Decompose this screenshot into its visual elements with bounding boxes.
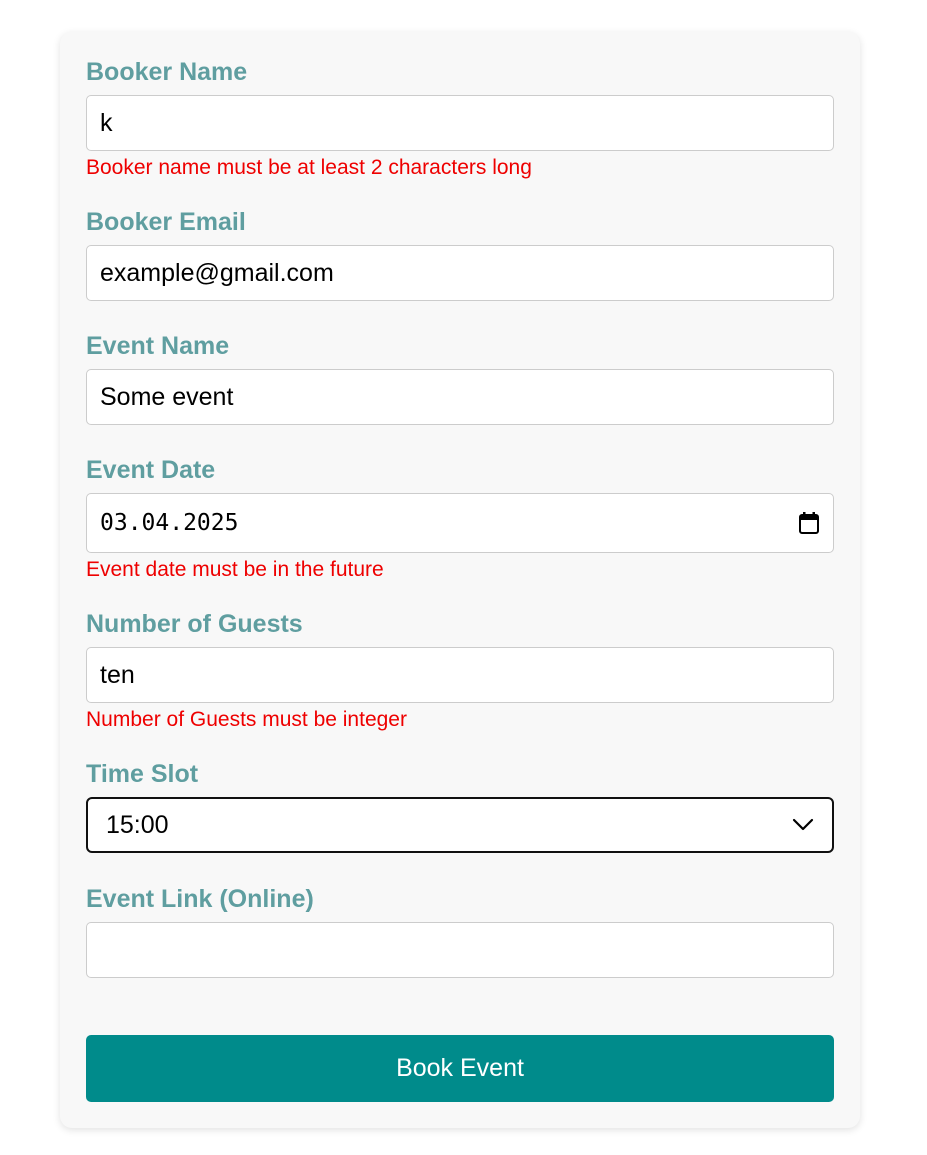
event-name-input[interactable]: Some event (86, 369, 834, 425)
event-date-label: Event Date (86, 456, 216, 484)
event-date-field: Event Date 03.04.2025 Event date must be… (86, 454, 834, 583)
event-link-label: Event Link (Online) (86, 885, 314, 913)
booker-email-input[interactable]: example@gmail.com (86, 245, 834, 301)
event-date-error: Event date must be in the future (86, 558, 384, 581)
number-of-guests-error: Number of Guests must be integer (86, 708, 407, 731)
number-of-guests-label: Number of Guests (86, 610, 303, 638)
number-of-guests-input[interactable]: ten (86, 647, 834, 703)
booker-name-input[interactable]: k (86, 95, 834, 151)
event-link-input[interactable] (86, 922, 834, 978)
event-date-value: 03.04.2025 (100, 510, 239, 536)
time-slot-label: Time Slot (86, 760, 199, 788)
time-slot-field: Time Slot 15:00 (86, 758, 834, 853)
booker-email-value: example@gmail.com (100, 258, 334, 287)
event-name-field: Event Name Some event (86, 330, 834, 425)
booker-name-value: k (100, 108, 113, 137)
event-name-label: Event Name (86, 332, 230, 360)
booking-form: Booker Name k Booker name must be at lea… (60, 32, 860, 1128)
booker-email-field: Booker Email example@gmail.com (86, 206, 834, 301)
event-link-field: Event Link (Online) (86, 883, 834, 978)
booker-name-error: Booker name must be at least 2 character… (86, 156, 532, 179)
booker-name-field: Booker Name k Booker name must be at lea… (86, 56, 834, 181)
time-slot-select[interactable]: 15:00 (86, 797, 834, 853)
calendar-icon[interactable] (798, 511, 820, 535)
number-of-guests-value: ten (100, 660, 135, 689)
submit-field: Book Event (86, 1035, 834, 1102)
booker-name-label: Booker Name (86, 58, 248, 86)
chevron-down-icon (792, 818, 814, 832)
time-slot-value: 15:00 (106, 810, 169, 839)
event-date-input[interactable]: 03.04.2025 (86, 493, 834, 553)
book-event-button[interactable]: Book Event (86, 1035, 834, 1102)
event-name-value: Some event (100, 382, 234, 411)
number-of-guests-field: Number of Guests ten Number of Guests mu… (86, 608, 834, 733)
booker-email-label: Booker Email (86, 208, 246, 236)
